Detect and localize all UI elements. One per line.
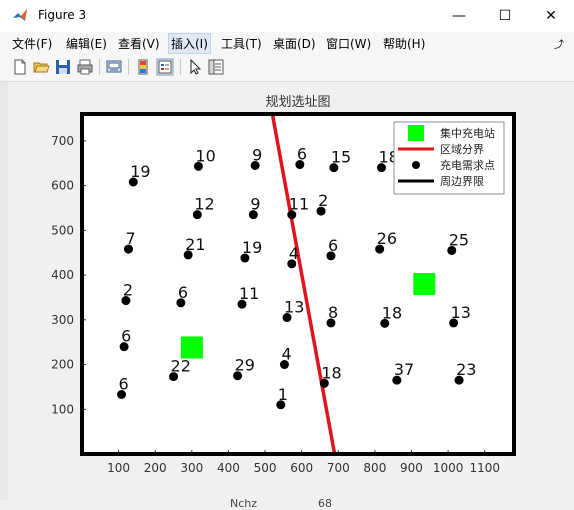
matlab-logo-icon [12, 7, 28, 23]
y-tick-label: 200 [51, 358, 74, 372]
y-tick-label: 100 [51, 402, 74, 416]
charging-station-marker [180, 336, 203, 359]
demand-label: 25 [449, 230, 469, 249]
demand-label: 9 [252, 145, 262, 164]
maximize-button[interactable]: ☐ [482, 0, 528, 32]
demand-label: 21 [185, 235, 205, 254]
demand-label: 23 [456, 360, 476, 379]
demand-label: 2 [123, 281, 133, 300]
window-titlebar: Figure 3 — ☐ ✕ [0, 0, 574, 32]
y-tick-label: 500 [51, 223, 74, 237]
close-button[interactable]: ✕ [528, 0, 574, 32]
legend-point-swatch [412, 161, 420, 169]
toolbar-separator [180, 59, 181, 75]
demand-label: 15 [331, 148, 351, 167]
legend-icon[interactable] [156, 58, 174, 76]
demand-label: 26 [377, 229, 397, 248]
demand-label: 4 [289, 244, 299, 263]
figure-toolbar [0, 54, 574, 82]
colorbar-icon[interactable] [134, 58, 152, 76]
legend-entry-label: 集中充电站 [440, 126, 495, 140]
menu-window[interactable]: 窗口(W) [326, 35, 371, 52]
x-tick-label: 700 [327, 461, 350, 475]
x-tick-label: 1100 [469, 461, 500, 475]
legend-entry-label: 充电需求点 [440, 158, 495, 172]
x-tick-label: 100 [107, 461, 130, 475]
save-icon[interactable] [54, 58, 72, 76]
menu-view[interactable]: 查看(V) [118, 35, 160, 52]
y-tick-label: 700 [51, 134, 74, 148]
menu-file[interactable]: 文件(F) [12, 35, 52, 52]
y-tick-label: 600 [51, 179, 74, 193]
chart-legend: 集中充电站区域分界充电需求点周边界限 [393, 121, 505, 195]
demand-label: 29 [235, 356, 255, 375]
demand-label: 8 [328, 303, 338, 322]
menu-bar: 文件(F) 编辑(E) 查看(V) 插入(I) 工具(T) 桌面(D) 窗口(W… [0, 32, 574, 54]
y-tick-label: 300 [51, 313, 74, 327]
demand-label: 37 [394, 360, 414, 379]
menu-edit[interactable]: 编辑(E) [66, 35, 107, 52]
x-tick-label: 800 [363, 461, 386, 475]
x-tick-label: 400 [217, 461, 240, 475]
demand-label: 11 [239, 284, 259, 303]
demand-label: 18 [321, 363, 341, 382]
scatter-plot: 规划选址图100 200 300 400 500 600 700 800 900 1000 1100… [51, 95, 516, 475]
legend-entry-label: 周边界限 [440, 175, 484, 188]
background-workspace-strip: Nchz 68 [0, 497, 574, 510]
menu-insert[interactable]: 插入(I) [168, 33, 211, 54]
dock-arrow-icon[interactable]: ⤴ [554, 36, 564, 51]
charging-station-marker [413, 273, 436, 295]
toolbar-separator [128, 59, 129, 75]
legend-entry-label: 区域分界 [440, 143, 484, 156]
x-tick-label: 900 [400, 461, 423, 475]
demand-label: 6 [328, 236, 338, 255]
demand-label: 6 [297, 145, 307, 164]
demand-label: 13 [451, 303, 471, 322]
demand-label: 1 [278, 385, 288, 404]
figure-canvas: 规划选址图 100 200 300 400 500 600 700 800 900 1000 1100… [8, 82, 565, 500]
new-figure-icon[interactable] [11, 58, 29, 76]
toolbar-separator [99, 59, 100, 75]
demand-label: 6 [178, 283, 188, 302]
demand-label: 22 [171, 357, 191, 376]
y-tick-label: 400 [51, 268, 74, 282]
open-icon[interactable] [32, 58, 50, 76]
x-tick-label: 300 [180, 461, 203, 475]
demand-label: 6 [121, 327, 131, 346]
link-icon[interactable] [105, 58, 123, 76]
workspace-variable-name: Nchz [230, 497, 258, 510]
x-tick-label: 1000 [433, 461, 464, 475]
menu-help[interactable]: 帮助(H) [383, 35, 425, 52]
demand-label: 12 [194, 195, 214, 214]
demand-label: 10 [195, 146, 215, 165]
property-editor-icon[interactable] [207, 58, 225, 76]
demand-label: 6 [119, 375, 129, 394]
demand-label: 19 [130, 162, 150, 181]
minimize-button[interactable]: — [436, 0, 482, 32]
demand-label: 4 [281, 345, 291, 364]
x-tick-label: 600 [290, 461, 313, 475]
x-tick-label: 500 [254, 461, 277, 475]
demand-label: 9 [250, 195, 260, 214]
demand-label: 7 [125, 229, 135, 248]
window-title: Figure 3 [38, 8, 87, 22]
demand-label: 18 [382, 303, 402, 322]
workspace-variable-value: 68 [318, 497, 332, 510]
chart-title: 规划选址图 [265, 95, 330, 110]
pointer-icon[interactable] [186, 58, 204, 76]
menu-desktop[interactable]: 桌面(D) [273, 35, 316, 52]
demand-label: 13 [284, 298, 304, 317]
legend-station-swatch [408, 125, 424, 141]
print-icon[interactable] [76, 58, 94, 76]
x-tick-label: 200 [144, 461, 167, 475]
demand-label: 11 [289, 195, 309, 214]
menu-tools[interactable]: 工具(T) [221, 35, 262, 52]
demand-label: 19 [242, 238, 262, 257]
demand-label: 2 [318, 191, 328, 210]
